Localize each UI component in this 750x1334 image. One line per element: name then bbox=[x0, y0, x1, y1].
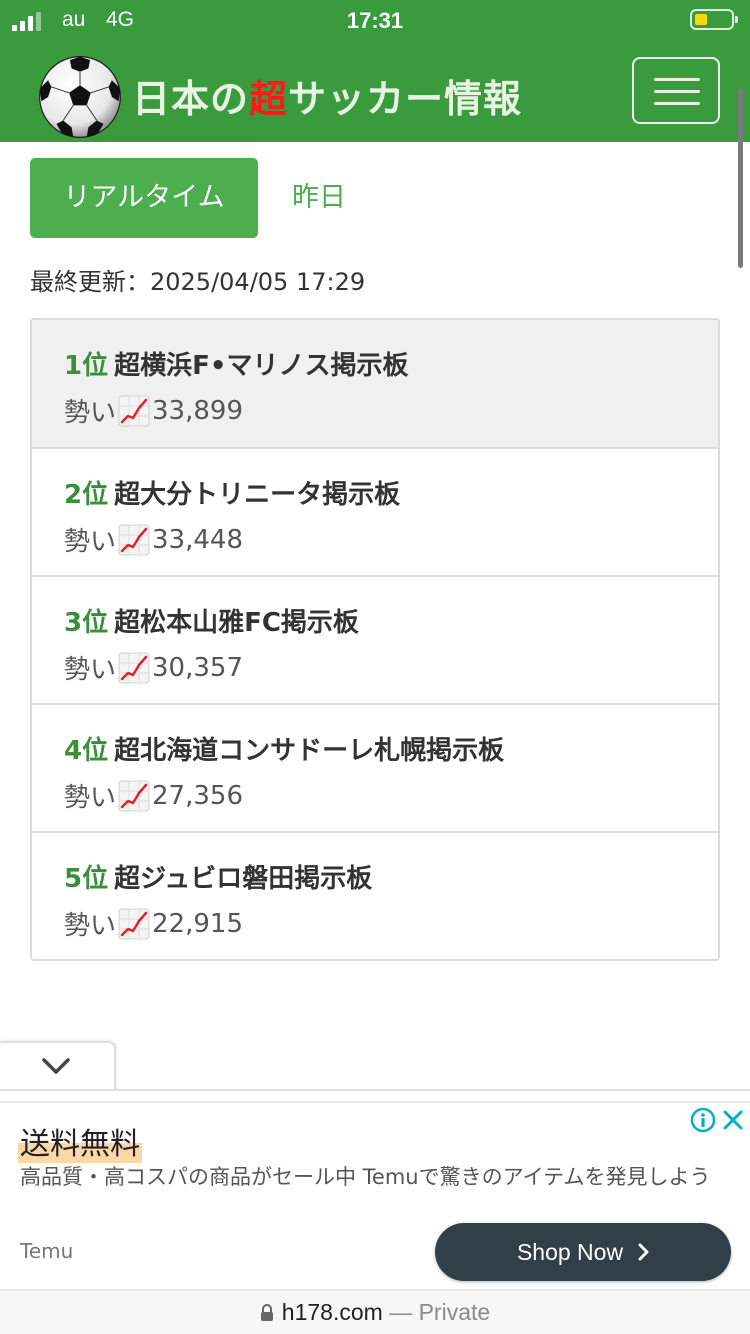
momentum-stats: 勢い 27,356 bbox=[64, 777, 243, 814]
ranking-item[interactable]: 5位 超ジュビロ磐田掲示板 勢い 22,915 bbox=[32, 831, 718, 959]
chart-increasing-icon bbox=[118, 652, 150, 683]
soccer-ball-icon[interactable] bbox=[38, 55, 122, 139]
momentum-stats: 勢い 30,357 bbox=[64, 649, 243, 686]
momentum-label: 勢い bbox=[64, 398, 117, 428]
momentum-stats: 勢い 33,899 bbox=[64, 392, 243, 429]
momentum-label: 勢い bbox=[64, 783, 117, 813]
momentum-label: 勢い bbox=[64, 911, 117, 941]
rank-number: 1位 bbox=[64, 351, 109, 381]
ranking-list: 1位 超横浜F•マリノス掲示板 勢い 33,899 2位 超大分トリニータ掲示板 勢い… bbox=[30, 318, 720, 961]
site-title-highlight: 超 bbox=[249, 77, 289, 121]
board-name: 超ジュビロ磐田掲示板 bbox=[114, 864, 373, 894]
menu-line bbox=[654, 102, 700, 105]
ranking-title[interactable]: 4位 超北海道コンサドーレ札幌掲示板 bbox=[64, 730, 504, 767]
site-title-prefix: 日本の bbox=[132, 77, 250, 121]
ranking-title[interactable]: 3位 超松本山雅FC掲示板 bbox=[64, 602, 359, 639]
momentum-value: 30,357 bbox=[152, 652, 243, 683]
board-name: 超北海道コンサドーレ札幌掲示板 bbox=[114, 736, 505, 766]
tab-yesterday[interactable]: 昨日 bbox=[258, 158, 380, 238]
hamburger-menu-button[interactable] bbox=[632, 57, 720, 124]
momentum-value: 33,448 bbox=[152, 524, 243, 555]
chart-increasing-icon bbox=[118, 395, 150, 426]
momentum-stats: 勢い 33,448 bbox=[64, 521, 243, 558]
chart-increasing-icon bbox=[118, 780, 150, 811]
ad-banner[interactable]: 送料無料 高品質・高コスパの商品がセール中 Temuで驚きのアイテムを発見しよう… bbox=[0, 1101, 750, 1291]
rank-number: 3位 bbox=[64, 608, 109, 638]
last-updated-text: 最終更新：2025/04/05 17:29 bbox=[30, 268, 366, 296]
chevron-right-icon bbox=[638, 1243, 649, 1261]
ad-divider bbox=[0, 1089, 750, 1091]
lock-icon bbox=[260, 1304, 273, 1321]
chevron-down-icon bbox=[42, 1058, 70, 1074]
rank-number: 2位 bbox=[64, 480, 109, 510]
momentum-value: 22,915 bbox=[152, 908, 243, 939]
info-icon[interactable] bbox=[690, 1107, 716, 1133]
site-title-suffix: サッカー情報 bbox=[288, 77, 523, 121]
private-mode-label: — Private bbox=[389, 1299, 491, 1325]
close-icon[interactable] bbox=[722, 1109, 744, 1131]
rank-number: 4位 bbox=[64, 736, 109, 766]
momentum-label: 勢い bbox=[64, 655, 117, 685]
site-title[interactable]: 日本の超サッカー情報 bbox=[132, 68, 522, 123]
ranking-title[interactable]: 5位 超ジュビロ磐田掲示板 bbox=[64, 858, 372, 895]
ad-body-text: 高品質・高コスパの商品がセール中 Temuで驚きのアイテムを発見しよう bbox=[20, 1165, 711, 1189]
url-bar[interactable]: h178.com — Private bbox=[0, 1292, 750, 1334]
status-bar: au 4G 17:31 bbox=[0, 0, 750, 42]
status-time: 17:31 bbox=[346, 8, 404, 33]
url-domain: h178.com bbox=[281, 1299, 383, 1325]
shop-now-label: Shop Now bbox=[516, 1238, 624, 1265]
ad-collapse-button[interactable] bbox=[0, 1041, 116, 1091]
momentum-value: 27,356 bbox=[152, 780, 243, 811]
ranking-item[interactable]: 3位 超松本山雅FC掲示板 勢い 30,357 bbox=[32, 575, 718, 703]
battery-icon bbox=[690, 9, 738, 30]
momentum-label: 勢い bbox=[64, 527, 117, 557]
site-header: 日本の超サッカー情報 bbox=[0, 42, 750, 142]
momentum-stats: 勢い 22,915 bbox=[64, 905, 243, 942]
momentum-value: 33,899 bbox=[152, 395, 243, 426]
rank-number: 5位 bbox=[64, 864, 109, 894]
board-name: 超松本山雅FC掲示板 bbox=[114, 608, 359, 638]
menu-line bbox=[654, 78, 700, 81]
menu-line bbox=[654, 90, 700, 93]
tab-realtime[interactable]: リアルタイム bbox=[30, 158, 258, 238]
ad-headline[interactable]: 送料無料 bbox=[18, 1119, 142, 1163]
ranking-item[interactable]: 1位 超横浜F•マリノス掲示板 勢い 33,899 bbox=[32, 320, 718, 447]
chart-increasing-icon bbox=[118, 908, 150, 939]
shop-now-button[interactable]: Shop Now bbox=[435, 1223, 731, 1281]
ranking-item[interactable]: 2位 超大分トリニータ掲示板 勢い 33,448 bbox=[32, 447, 718, 575]
ranking-title[interactable]: 1位 超横浜F•マリノス掲示板 bbox=[64, 345, 408, 382]
chart-increasing-icon bbox=[118, 524, 150, 555]
ranking-item[interactable]: 4位 超北海道コンサドーレ札幌掲示板 勢い 27,356 bbox=[32, 703, 718, 831]
ranking-title[interactable]: 2位 超大分トリニータ掲示板 bbox=[64, 474, 400, 511]
board-name: 超横浜F•マリノス掲示板 bbox=[114, 351, 409, 381]
ad-brand: Temu bbox=[20, 1239, 74, 1263]
page-scrollbar[interactable] bbox=[738, 88, 743, 268]
board-name: 超大分トリニータ掲示板 bbox=[114, 480, 401, 510]
